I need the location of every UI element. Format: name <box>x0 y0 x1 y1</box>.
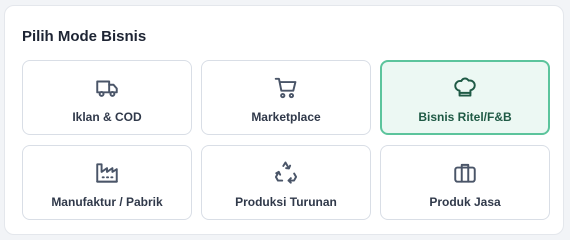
mode-options-grid: Iklan & COD Marketplace Bisnis Ritel/F&B… <box>22 60 550 220</box>
recycle-icon <box>273 160 299 186</box>
mode-card-iklan-cod[interactable]: Iklan & COD <box>22 60 192 135</box>
mode-label: Manufaktur / Pabrik <box>51 195 163 209</box>
mode-label: Marketplace <box>251 110 321 124</box>
chef-hat-icon <box>452 75 478 101</box>
section-title: Pilih Mode Bisnis <box>22 28 147 45</box>
briefcase-icon <box>452 160 478 186</box>
mode-label: Produk Jasa <box>429 195 501 209</box>
mode-card-manufaktur[interactable]: Manufaktur / Pabrik <box>22 145 192 220</box>
mode-card-ritel-fnb[interactable]: Bisnis Ritel/F&B <box>380 60 550 135</box>
mode-label: Produksi Turunan <box>235 195 337 209</box>
factory-icon <box>94 160 120 186</box>
mode-card-produksi-turunan[interactable]: Produksi Turunan <box>201 145 371 220</box>
business-mode-panel: Pilih Mode Bisnis Iklan & COD Marketplac… <box>4 5 564 235</box>
mode-card-produk-jasa[interactable]: Produk Jasa <box>380 145 550 220</box>
shopping-cart-icon <box>273 75 299 101</box>
mode-label: Iklan & COD <box>72 110 142 124</box>
mode-card-marketplace[interactable]: Marketplace <box>201 60 371 135</box>
truck-icon <box>94 75 120 101</box>
mode-label: Bisnis Ritel/F&B <box>418 110 512 124</box>
